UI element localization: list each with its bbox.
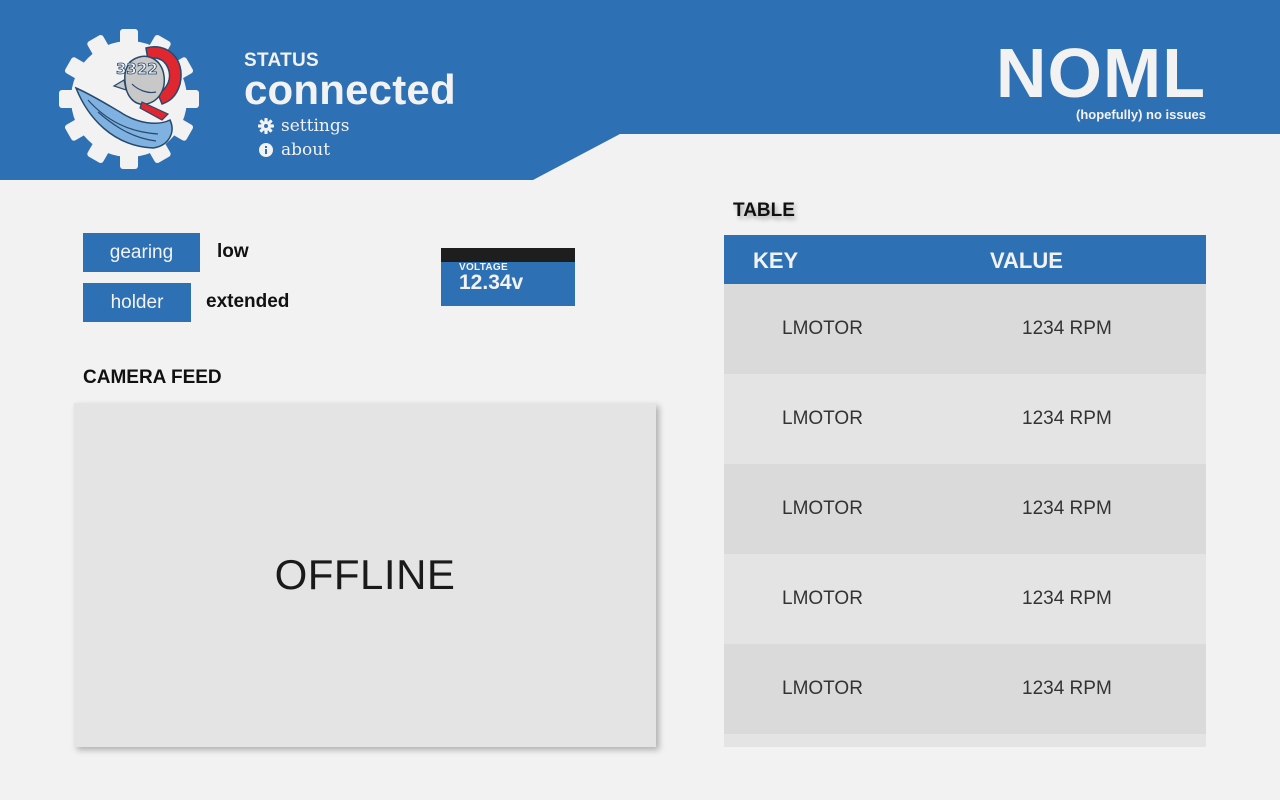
cell-key: LMOTOR: [782, 498, 863, 519]
cell-key: LMOTOR: [782, 318, 863, 339]
about-link-label: about: [281, 140, 331, 160]
camera-feed: OFFLINE: [74, 403, 656, 747]
brand-title: NOML: [995, 34, 1206, 112]
cell-key: LMOTOR: [782, 588, 863, 609]
table-row: LMOTOR 1234 RPM: [724, 284, 1206, 374]
table-title: TABLE: [733, 200, 795, 221]
logo-team-number: 3322: [116, 60, 158, 78]
info-icon: [259, 143, 273, 157]
gear-icon: [258, 118, 274, 134]
cell-value: 1234 RPM: [1022, 588, 1112, 609]
status-value: connected: [244, 66, 456, 113]
cell-key: LMOTOR: [782, 678, 863, 699]
settings-link[interactable]: settings: [258, 116, 349, 136]
voltage-value: 12.34v: [459, 271, 524, 294]
column-header-value: VALUE: [990, 248, 1063, 273]
about-link[interactable]: about: [258, 140, 330, 160]
gearing-value: low: [217, 241, 249, 262]
holder-tag: holder: [83, 283, 191, 322]
camera-feed-title: CAMERA FEED: [83, 367, 222, 388]
cell-key: LMOTOR: [782, 408, 863, 429]
gearing-tag: gearing: [83, 233, 200, 272]
team-logo: 3322: [58, 28, 200, 170]
data-table: KEY VALUE LMOTOR 1234 RPM LMOTOR 1234 RP…: [724, 235, 1206, 747]
table-row: LMOTOR 1234 RPM: [724, 464, 1206, 554]
table-row: [724, 734, 1206, 747]
cell-value: 1234 RPM: [1022, 678, 1112, 699]
cell-value: 1234 RPM: [1022, 318, 1112, 339]
column-header-key: KEY: [753, 248, 799, 273]
settings-link-label: settings: [281, 116, 350, 136]
cell-value: 1234 RPM: [1022, 408, 1112, 429]
table-row: LMOTOR 1234 RPM: [724, 554, 1206, 644]
voltage-bar: [441, 248, 575, 262]
brand-subtitle: (hopefully) no issues: [1075, 107, 1206, 122]
voltage-widget: VOLTAGE 12.34v: [441, 248, 575, 306]
table-row: LMOTOR 1234 RPM: [724, 374, 1206, 464]
holder-value: extended: [206, 291, 290, 312]
camera-status: OFFLINE: [274, 551, 456, 598]
table-header: KEY VALUE: [724, 235, 1206, 284]
cell-value: 1234 RPM: [1022, 498, 1112, 519]
table-row: LMOTOR 1234 RPM: [724, 644, 1206, 734]
